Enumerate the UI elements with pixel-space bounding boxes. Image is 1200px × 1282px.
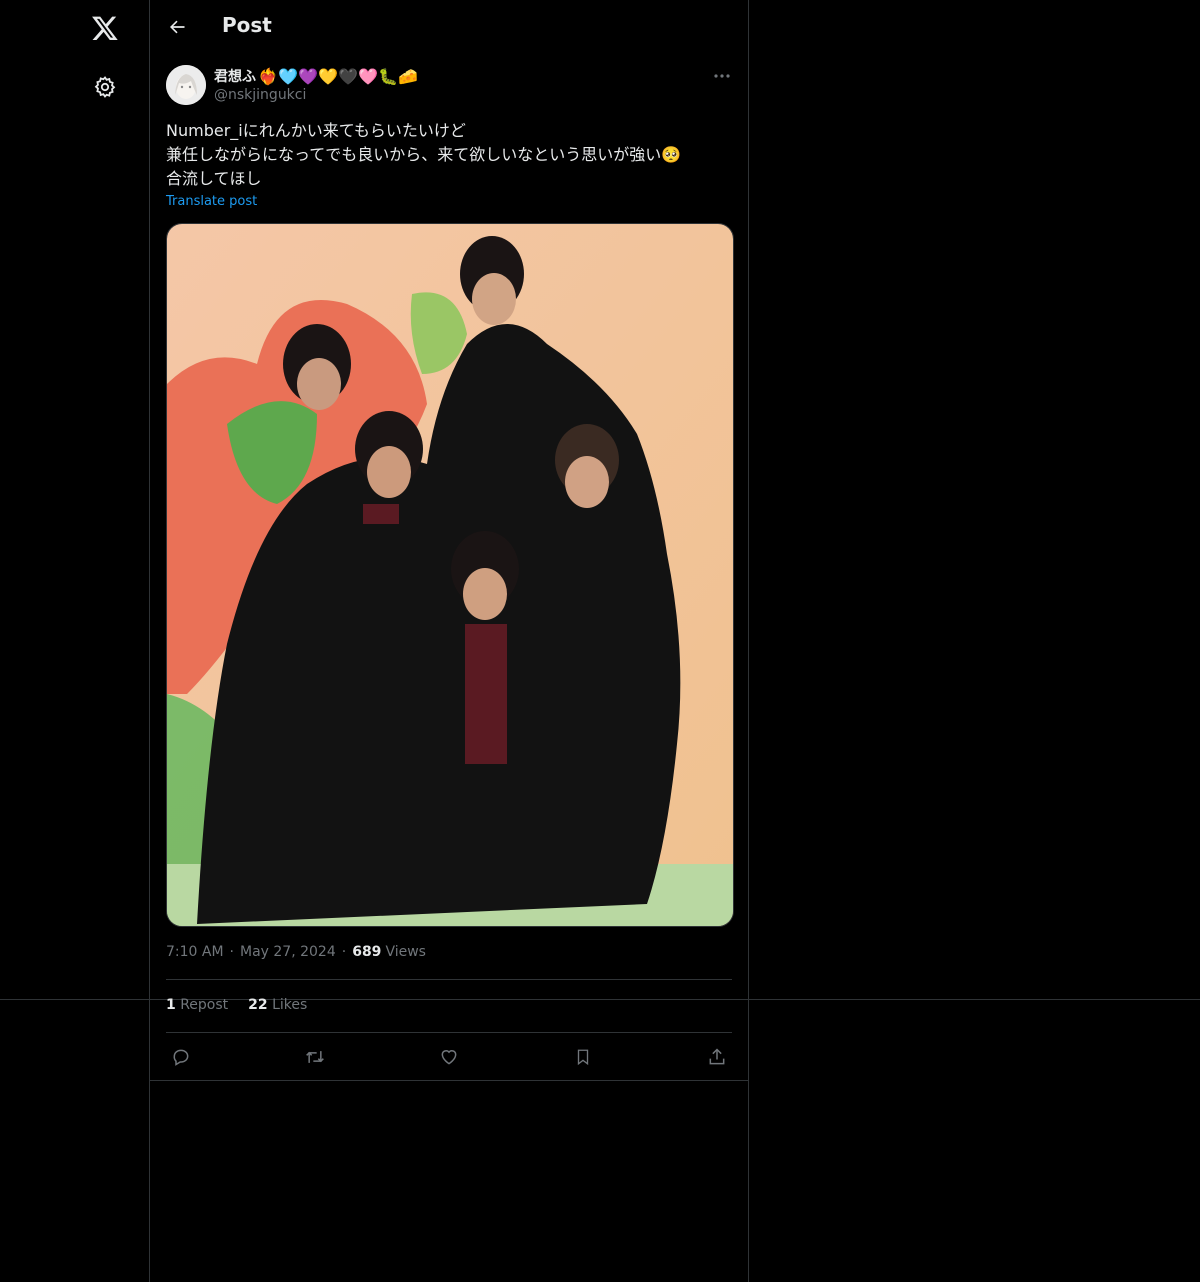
views-count: 689 [352, 944, 382, 960]
emoji-lightblue-heart: 🩵 [278, 66, 298, 86]
author-handle[interactable]: @nskjingukci [214, 87, 306, 103]
post-text-line: Number_iにれんかい来てもらいたいけど [166, 121, 466, 140]
post-date[interactable]: May 27, 2024 [240, 944, 336, 960]
reposts-label: Repost [180, 997, 229, 1013]
emoji-bug: 🐛 [378, 66, 398, 86]
separator-dot: · [341, 944, 347, 960]
emoji-cheese: 🧀 [398, 66, 418, 86]
left-navigation-rail [0, 0, 149, 1282]
heart-icon[interactable] [434, 1042, 464, 1072]
emoji-yellow-heart: 💛 [318, 66, 338, 86]
arrow-left-icon[interactable] [162, 12, 192, 42]
likes-stat[interactable]: 22 Likes [248, 997, 307, 1013]
post-column: Post 君想ふ ❤️‍🔥 🩵 💜 💛 🖤 🩷 🐛 🧀 @nskjingukci… [150, 0, 748, 1282]
divider [166, 1032, 732, 1033]
avatar[interactable] [166, 65, 206, 105]
repost-icon[interactable] [300, 1042, 330, 1072]
page-title: Post [222, 13, 272, 37]
post-header: Post [150, 0, 748, 55]
column-border-right [748, 0, 749, 1282]
post-text-line: 合流してほし [166, 169, 262, 188]
reply-icon[interactable] [166, 1042, 196, 1072]
separator-dot: · [229, 944, 234, 960]
likes-label: Likes [272, 997, 308, 1013]
gear-icon[interactable] [87, 69, 123, 105]
post-text: Number_iにれんかい来てもらいたいけど 兼任しながらになってでも良いから、… [166, 119, 736, 191]
x-logo-icon[interactable] [87, 10, 123, 46]
share-icon[interactable] [702, 1042, 732, 1072]
author-display-name[interactable]: 君想ふ [214, 66, 256, 86]
emoji-fire-heart: ❤️‍🔥 [258, 66, 278, 86]
emoji-pink-heart: 🩷 [358, 66, 378, 86]
reposts-count: 1 [166, 997, 176, 1013]
divider [166, 979, 732, 980]
post-actions [166, 1042, 732, 1072]
post-photo[interactable] [166, 223, 734, 927]
views-label: Views [385, 944, 426, 960]
post-time[interactable]: 7:10 AM [166, 944, 224, 960]
post-stats: 1 Repost 22 Likes [166, 997, 307, 1013]
reposts-stat[interactable]: 1 Repost [166, 997, 228, 1013]
bookmark-icon[interactable] [568, 1042, 598, 1072]
translate-post-link[interactable]: Translate post [166, 194, 257, 209]
author-name-row[interactable]: 君想ふ ❤️‍🔥 🩵 💜 💛 🖤 🩷 🐛 🧀 [214, 66, 418, 86]
more-horizontal-icon[interactable] [710, 66, 734, 86]
divider [150, 1080, 748, 1081]
post-meta: 7:10 AM · May 27, 2024 · 689 Views [166, 944, 426, 960]
post-text-line: 兼任しながらになってでも良いから、来て欲しいなという思いが強い🥺 [166, 145, 682, 164]
likes-count: 22 [248, 997, 268, 1013]
emoji-black-heart: 🖤 [338, 66, 358, 86]
emoji-purple-heart: 💜 [298, 66, 318, 86]
